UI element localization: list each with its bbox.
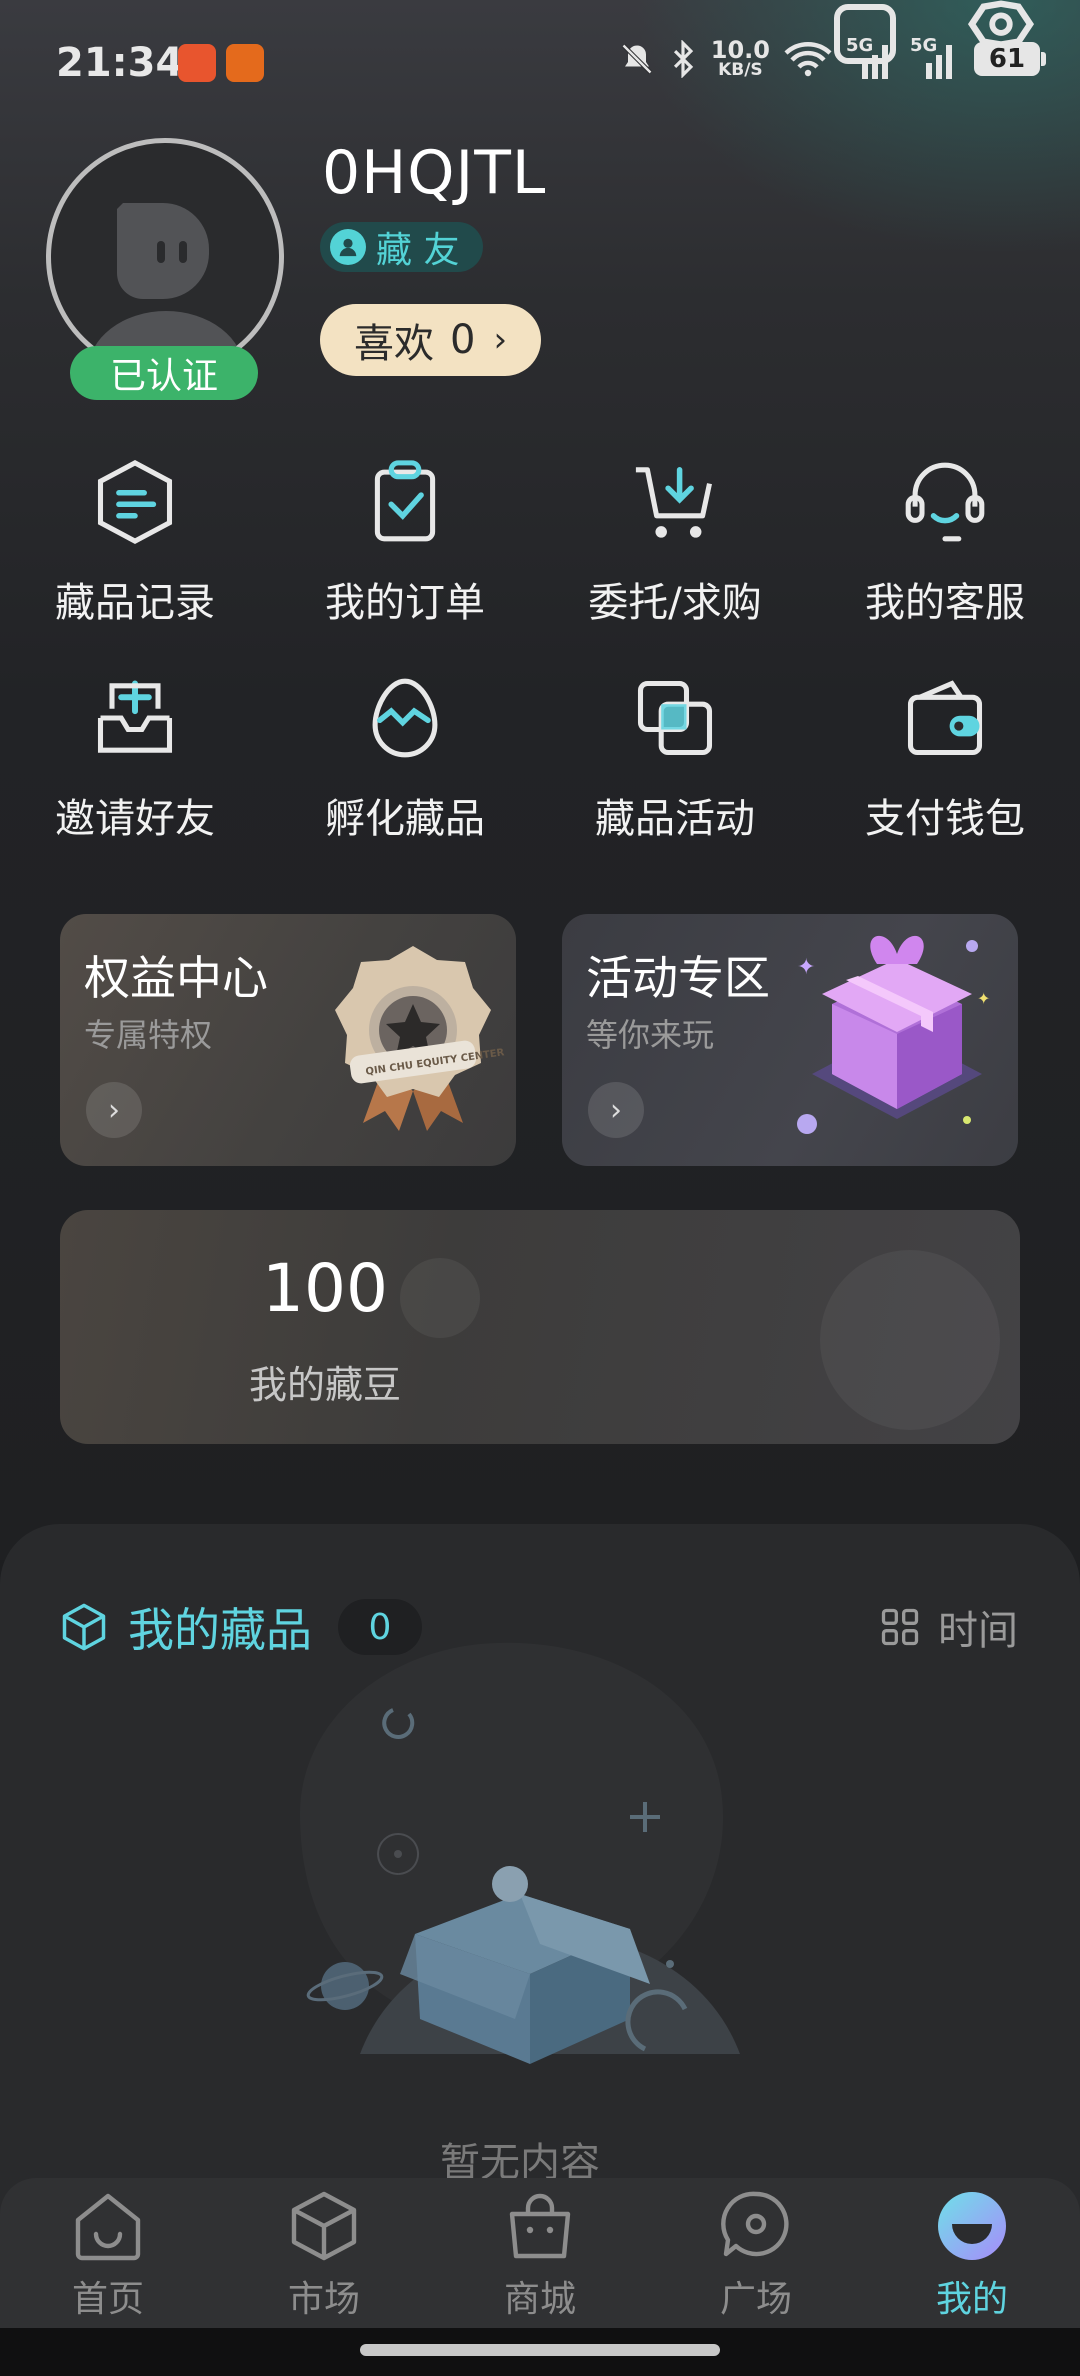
- chat-bubble-icon: [721, 2191, 789, 2257]
- layers-icon: [637, 680, 713, 756]
- egg-icon: [372, 678, 438, 758]
- net-speed: 10.0 KB/S: [710, 36, 770, 80]
- tab-label: 广场: [719, 2279, 792, 2320]
- tab-mine[interactable]: 我的: [864, 2178, 1080, 2322]
- tab-market[interactable]: 市场: [216, 2178, 432, 2322]
- card-subtitle: 专属特权: [84, 1016, 213, 1054]
- menu-item-collection-record[interactable]: 藏品记录: [0, 456, 270, 628]
- menu-item-entrust-buy[interactable]: 委托/求购: [540, 456, 810, 628]
- equity-center-card[interactable]: 权益中心 专属特权 › QIN CHU EQUITY CENTER: [60, 914, 516, 1166]
- wifi-icon: [784, 41, 832, 76]
- card-title: 活动专区: [586, 951, 770, 1005]
- order-clipboard-icon: [374, 460, 436, 542]
- bluetooth-icon: [673, 39, 693, 78]
- decor-circle: [820, 1250, 1000, 1430]
- cube-outline-icon: [62, 1603, 106, 1651]
- verified-badge: 已认证: [70, 346, 258, 400]
- likes-label: 喜欢: [354, 321, 434, 367]
- menu-item-label: 藏品活动: [595, 796, 755, 842]
- medal-icon: [335, 946, 491, 1131]
- gift-box-icon: ✦ ✦: [797, 935, 990, 1134]
- menu-item-invite-friends[interactable]: 邀请好友: [0, 672, 270, 844]
- cube-icon: [291, 2191, 357, 2261]
- beans-card[interactable]: 100 我的藏豆: [60, 1210, 1020, 1444]
- likes-button[interactable]: 喜欢 0 ›: [320, 304, 542, 376]
- member-level-label: 藏 友: [376, 230, 460, 271]
- grid-icon: [881, 1608, 919, 1646]
- settings-gear-icon[interactable]: [966, 0, 1036, 60]
- menu-item-label: 邀请好友: [55, 796, 215, 842]
- menu-item-label: 委托/求购: [588, 580, 762, 626]
- bottom-tab-bar: 首页 市场 商城 广场 我的: [0, 2178, 1080, 2328]
- app-notification-icon: [226, 44, 264, 82]
- menu-item-customer-service[interactable]: 我的客服: [810, 456, 1080, 628]
- empty-box-illustration: [300, 1642, 740, 2064]
- member-level-badge: 藏 友: [320, 222, 484, 272]
- sort-by-time-button[interactable]: 时间: [878, 1598, 1018, 1656]
- signal-icon: 5G: [910, 35, 960, 79]
- tab-mall[interactable]: 商城: [432, 2178, 648, 2322]
- cart-download-icon: [635, 467, 712, 538]
- tab-label: 我的: [935, 2279, 1008, 2320]
- menu-item-label: 孵化藏品: [325, 796, 485, 842]
- likes-count: 0: [450, 317, 476, 363]
- beans-label: 我的藏豆: [248, 1363, 401, 1407]
- menu-item-label: 藏品记录: [55, 580, 215, 626]
- tab-home[interactable]: 首页: [0, 2178, 216, 2322]
- card-title: 权益中心: [84, 951, 268, 1005]
- home-indicator[interactable]: [360, 2344, 720, 2356]
- menu-item-label: 支付钱包: [865, 796, 1025, 842]
- tab-plaza[interactable]: 广场: [648, 2178, 864, 2322]
- wallet-icon: [907, 680, 983, 756]
- chevron-right-icon: ›: [588, 1082, 644, 1138]
- menu-item-payment-wallet[interactable]: 支付钱包: [810, 672, 1080, 844]
- status-bar: 21:34 10.0 KB/S 5G 5G 61: [0, 0, 1080, 100]
- menu-item-label: 我的订单: [325, 580, 485, 626]
- tab-label: 市场: [287, 2279, 360, 2320]
- svg-text:✦: ✦: [977, 989, 990, 1008]
- menu-item-my-orders[interactable]: 我的订单: [270, 456, 540, 628]
- user-icon: [330, 229, 366, 265]
- headset-icon: [905, 462, 985, 542]
- menu-item-incubate[interactable]: 孵化藏品: [270, 672, 540, 844]
- chevron-right-icon: ›: [493, 320, 508, 360]
- invite-inbox-icon: [97, 680, 173, 753]
- app-notification-icon: [178, 44, 216, 82]
- system-home-bar: [0, 2328, 1080, 2376]
- shopping-bag-icon: [509, 2193, 571, 2259]
- profile-face-icon: [938, 2192, 1006, 2260]
- collection-record-icon: [97, 460, 173, 544]
- avatar[interactable]: [46, 138, 284, 376]
- svg-text:✦: ✦: [797, 955, 815, 980]
- tab-label: 首页: [71, 2279, 144, 2320]
- tab-label: 商城: [503, 2279, 576, 2320]
- home-icon: [75, 2193, 141, 2261]
- chevron-right-icon: ›: [86, 1082, 142, 1138]
- card-subtitle: 等你来玩: [586, 1016, 715, 1054]
- my-collection-panel: 我的藏品 0 时间 暂无内容: [0, 1524, 1080, 2284]
- mute-bell-icon: [621, 43, 652, 74]
- username: 0HQJTL: [322, 138, 547, 208]
- menu-item-label: 我的客服: [865, 580, 1025, 626]
- beans-value: 100: [262, 1250, 388, 1327]
- menu-item-collection-activity[interactable]: 藏品活动: [540, 672, 810, 844]
- default-avatar-icon: [88, 203, 244, 371]
- status-time: 21:34: [56, 40, 184, 86]
- sort-label: 时间: [938, 1608, 1018, 1654]
- message-icon[interactable]: [834, 4, 896, 64]
- activity-zone-card[interactable]: 活动专区 等你来玩 › ✦ ✦: [562, 914, 1018, 1166]
